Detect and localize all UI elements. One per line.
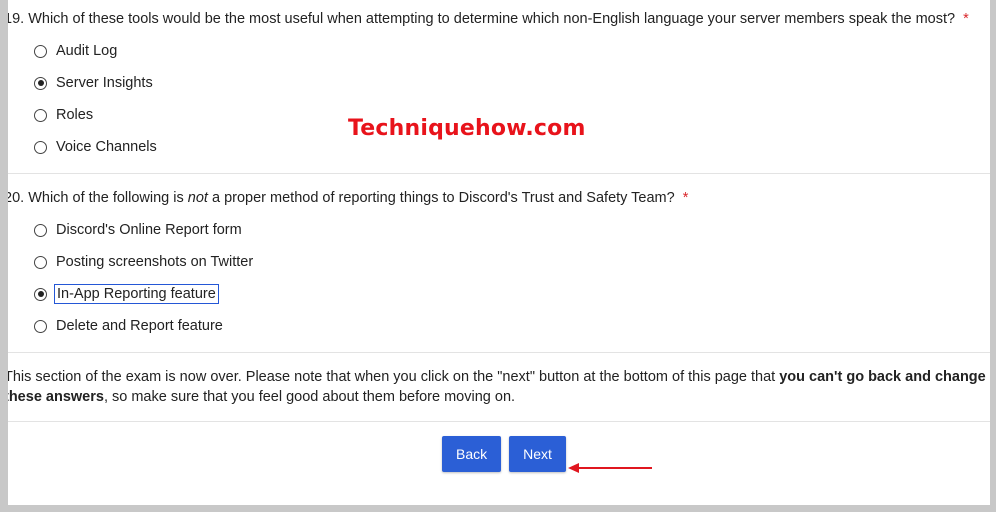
radio-button[interactable]: [34, 108, 47, 122]
option-label: Posting screenshots on Twitter: [56, 254, 254, 270]
radio-button[interactable]: [34, 140, 47, 154]
question-19-text: 19. Which of these tools would be the mo…: [4, 9, 990, 29]
arrow-annotation-icon: [568, 463, 652, 473]
exam-content: 19. Which of these tools would be the mo…: [4, 0, 990, 472]
question-20-label-end: a proper method of reporting things to D…: [211, 190, 675, 206]
option-label: Audit Log: [56, 43, 118, 59]
option-label: Voice Channels: [56, 139, 157, 155]
back-button[interactable]: Back: [442, 436, 502, 472]
notice-text-start: This section of the exam is now over. Pl…: [4, 369, 776, 385]
notice-text-end: , so make sure that you feel good about …: [103, 389, 516, 405]
next-button[interactable]: Next: [509, 436, 566, 472]
option-server-insights[interactable]: Server Insights: [8, 67, 990, 99]
navigation-buttons: Back Next: [8, 436, 990, 472]
option-label-focused: In-App Reporting feature: [54, 284, 219, 304]
option-online-report-form[interactable]: Discord's Online Report form: [8, 214, 990, 246]
question-19-options: Audit Log Server Insights Roles Voice Ch…: [8, 35, 990, 173]
section-notice: This section of the exam is now over. Pl…: [4, 353, 990, 422]
question-20: 20. Which of the following is not a prop…: [4, 174, 990, 353]
option-posting-screenshots[interactable]: Posting screenshots on Twitter: [8, 246, 990, 278]
question-19-number: 19.: [4, 11, 25, 27]
required-mark: *: [682, 190, 689, 206]
option-audit-log[interactable]: Audit Log: [8, 35, 990, 67]
radio-button-selected[interactable]: [34, 76, 47, 90]
question-19-label: Which of these tools would be the most u…: [28, 11, 956, 27]
option-delete-and-report[interactable]: Delete and Report feature: [8, 310, 990, 342]
radio-button[interactable]: [34, 223, 47, 237]
question-19: 19. Which of these tools would be the mo…: [4, 0, 990, 174]
question-20-text: 20. Which of the following is not a prop…: [4, 188, 990, 208]
question-20-options: Discord's Online Report form Posting scr…: [8, 214, 990, 352]
required-mark: *: [963, 11, 969, 27]
radio-button-selected[interactable]: [34, 287, 47, 301]
radio-button[interactable]: [34, 44, 47, 58]
option-label: Discord's Online Report form: [56, 222, 242, 238]
option-label: Server Insights: [56, 75, 153, 91]
question-20-label-start: Which of the following is: [28, 190, 184, 206]
watermark: Techniquehow.com: [348, 116, 586, 141]
radio-button[interactable]: [34, 255, 47, 269]
radio-button[interactable]: [34, 319, 47, 333]
option-label: Delete and Report feature: [56, 318, 223, 334]
question-20-number: 20.: [4, 190, 25, 206]
exam-page: 19. Which of these tools would be the mo…: [0, 0, 996, 512]
option-label: Roles: [56, 107, 94, 123]
option-in-app-reporting[interactable]: In-App Reporting feature: [8, 278, 990, 310]
question-20-emphasis: not: [187, 190, 208, 206]
